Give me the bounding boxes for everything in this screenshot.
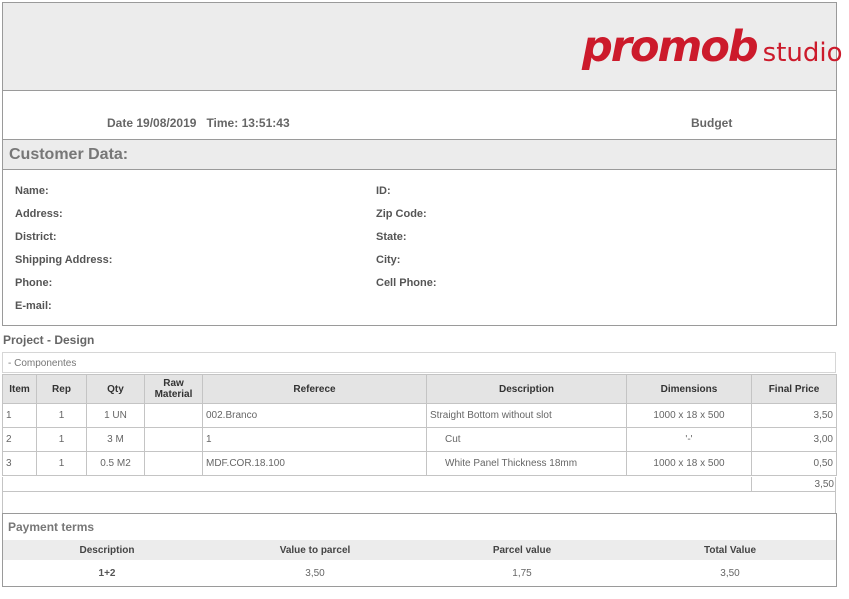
table-row: 1 1 1 UN 002.Branco Straight Bottom with…: [2, 403, 837, 428]
cell-dimensions: 1000 x 18 x 500: [626, 403, 752, 428]
payment-parcel-value: 1,75: [512, 568, 532, 579]
table-row: 2 1 3 M 1 Cut '-' 3,00: [2, 427, 837, 452]
components-section-label: - Componentes: [8, 358, 77, 369]
payment-total-value: 3,50: [720, 568, 740, 579]
col-header-dimensions: Dimensions: [626, 374, 752, 404]
customer-phone-label: Phone:: [15, 277, 53, 289]
customer-district-label: District:: [15, 231, 57, 243]
cell-reference: 1: [202, 427, 427, 452]
customer-city-label: City:: [376, 254, 401, 266]
table-total-row: [2, 477, 836, 492]
cell-qty: 0.5 M2: [86, 451, 145, 476]
date-label: Date: [107, 116, 134, 130]
cell-rep: 1: [36, 403, 87, 428]
components-table: Item Rep Qty Raw Material Referece Descr…: [2, 374, 837, 476]
cell-final-price: 3,00: [751, 427, 837, 452]
date-time-line: Date 19/08/2019 Time: 13:51:43: [107, 116, 290, 130]
cell-rep: 1: [36, 451, 87, 476]
cell-dimensions: '-': [626, 427, 752, 452]
date-row: [2, 91, 837, 139]
customer-shipping-address-label: Shipping Address:: [15, 254, 113, 266]
cell-item: 2: [2, 427, 37, 452]
cell-qty: 1 UN: [86, 403, 145, 428]
payment-header-description: Description: [79, 545, 135, 556]
payment-header-parcel-value: Parcel value: [492, 545, 552, 556]
cell-dimensions: 1000 x 18 x 500: [626, 451, 752, 476]
cell-description: Straight Bottom without slot: [426, 403, 627, 428]
payment-header-value-to-parcel: Value to parcel: [279, 545, 351, 556]
payment-value-to-parcel: 3,50: [305, 568, 325, 579]
customer-email-label: E-mail:: [15, 300, 52, 312]
payment-header-total-value: Total Value: [703, 545, 757, 556]
col-header-referece: Referece: [202, 374, 427, 404]
document-type: Budget: [691, 116, 733, 130]
cell-raw-material: [144, 403, 203, 428]
col-header-final-price: Final Price: [751, 374, 837, 404]
col-header-description: Description: [426, 374, 627, 404]
cell-item: 3: [2, 451, 37, 476]
customer-zip-label: Zip Code:: [376, 208, 427, 220]
customer-state-label: State:: [376, 231, 407, 243]
components-section-row: [2, 352, 836, 373]
cell-qty: 3 M: [86, 427, 145, 452]
payment-title: Payment terms: [8, 520, 95, 534]
logo-studio-text: studio: [762, 38, 843, 68]
time-label: Time:: [206, 116, 239, 130]
payment-description-value: 1+2: [98, 568, 116, 579]
time-value: 13:51:43: [241, 116, 290, 130]
cell-reference: 002.Branco: [202, 403, 427, 428]
cell-raw-material: [144, 451, 203, 476]
cell-item: 1: [2, 403, 37, 428]
table-row: 3 1 0.5 M2 MDF.COR.18.100 White Panel Th…: [2, 451, 837, 476]
customer-id-label: ID:: [376, 185, 391, 197]
logo-brand-text: promob: [582, 22, 759, 72]
cell-raw-material: [144, 427, 203, 452]
promob-logo: promob studio: [582, 22, 843, 72]
cell-final-price: 3,50: [751, 403, 837, 428]
cell-rep: 1: [36, 427, 87, 452]
cell-reference: MDF.COR.18.100: [202, 451, 427, 476]
customer-section-body: [2, 170, 837, 326]
cell-final-price: 0,50: [751, 451, 837, 476]
customer-section-title: Customer Data:: [9, 146, 129, 163]
table-total-value: 3,50: [751, 477, 836, 492]
col-header-rep: Rep: [36, 374, 87, 404]
col-header-item: Item: [2, 374, 37, 404]
cell-description: White Panel Thickness 18mm: [426, 451, 627, 476]
table-header-row: Item Rep Qty Raw Material Referece Descr…: [2, 374, 837, 404]
customer-cellphone-label: Cell Phone:: [376, 277, 437, 289]
col-header-raw-material: Raw Material: [144, 374, 203, 404]
spacer-row: [2, 492, 836, 513]
project-title: Project - Design: [3, 333, 95, 347]
cell-description: Cut: [426, 427, 627, 452]
customer-address-label: Address:: [15, 208, 63, 220]
customer-name-label: Name:: [15, 185, 49, 197]
date-value: 19/08/2019: [136, 116, 197, 130]
col-header-qty: Qty: [86, 374, 145, 404]
